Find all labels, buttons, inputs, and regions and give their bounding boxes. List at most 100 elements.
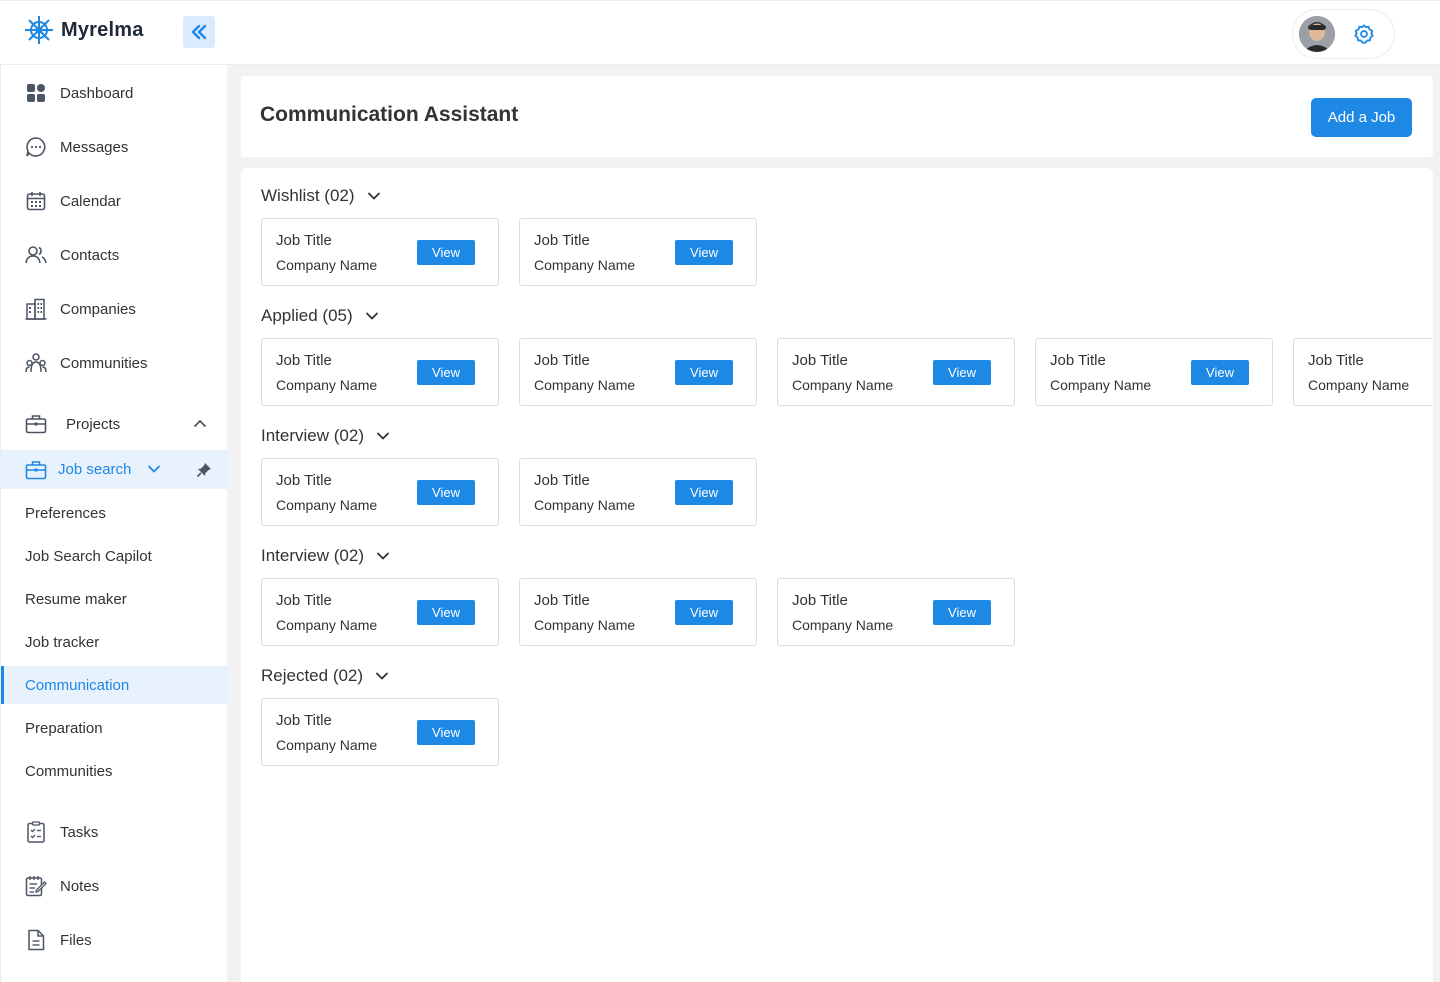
view-button[interactable]: View [675, 240, 733, 265]
calendar-icon [25, 190, 47, 212]
sub-item-communities[interactable]: Communities [1, 752, 228, 790]
section-header[interactable]: Applied (05) [261, 306, 379, 326]
sub-item-job-search-capilot[interactable]: Job Search Capilot [1, 537, 228, 575]
chevron-down-icon[interactable] [376, 429, 390, 443]
sidebar-item-companies[interactable]: Companies [1, 289, 228, 329]
job-card[interactable]: Job Title Company Name View [519, 218, 757, 286]
view-button[interactable]: View [417, 240, 475, 265]
view-button[interactable]: View [675, 480, 733, 505]
view-button[interactable]: View [417, 360, 475, 385]
sidebar-item-label: Messages [60, 138, 129, 156]
sidebar-item-label: Notes [60, 877, 100, 895]
sub-item-communication[interactable]: Communication [1, 666, 228, 704]
company-name: Company Name [534, 617, 636, 633]
sub-item-label: Resume maker [25, 590, 127, 608]
chevron-down-icon[interactable] [376, 549, 390, 563]
app-name: Myrelma [61, 18, 144, 41]
add-job-button[interactable]: Add a Job [1311, 98, 1412, 137]
job-title: Job Title [534, 592, 590, 609]
sidebar-item-tasks[interactable]: Tasks [1, 812, 228, 852]
view-button[interactable]: View [417, 600, 475, 625]
sidebar-item-label: Companies [60, 300, 136, 318]
job-card[interactable]: Job TitleCompany NameView [519, 338, 757, 406]
view-button[interactable]: View [933, 360, 991, 385]
job-card[interactable]: Job TitleCompany NameView [261, 578, 499, 646]
sidebar-item-label: Contacts [60, 246, 120, 264]
app-logo[interactable]: Myrelma [23, 14, 144, 46]
collapse-sidebar-button[interactable] [183, 16, 215, 48]
job-card[interactable]: Job TitleCompany NameView [261, 218, 499, 286]
sidebar-item-contacts[interactable]: Contacts [1, 235, 228, 275]
chevron-up-icon[interactable] [193, 416, 207, 430]
chevron-down-icon[interactable] [147, 462, 161, 476]
sidebar: Dashboard Messages Calendar Contacts Com… [0, 65, 228, 982]
sub-item-resume-maker[interactable]: Resume maker [1, 580, 228, 618]
section-header[interactable]: Wishlist (02) [261, 186, 381, 206]
sidebar-item-calendar[interactable]: Calendar [1, 181, 228, 221]
job-board: Wishlist (02) Job Title Company Name View Jo… [241, 168, 1433, 982]
company-name: Company Name [534, 377, 636, 393]
sidebar-item-messages[interactable]: Messages [1, 127, 228, 167]
sub-item-preparation[interactable]: Preparation [1, 709, 228, 747]
chevron-down-icon[interactable] [365, 309, 379, 323]
chevron-down-icon[interactable] [367, 189, 381, 203]
job-title: Job Title [1308, 352, 1364, 369]
view-button[interactable]: View [933, 600, 991, 625]
company-name: Company Name [1050, 377, 1152, 393]
company-name: Company Name [534, 257, 636, 273]
section-label: Interview (02) [261, 426, 364, 445]
view-button[interactable]: View [417, 720, 475, 745]
gear-icon[interactable] [1353, 23, 1375, 45]
dashboard-icon [25, 82, 47, 104]
contacts-icon [25, 244, 47, 266]
sidebar-item-label: Job search [58, 461, 132, 478]
sidebar-item-projects[interactable]: Projects [1, 404, 228, 444]
briefcase-icon [25, 413, 47, 435]
pin-icon[interactable] [196, 462, 212, 478]
sidebar-item-notes[interactable]: Notes [1, 866, 228, 906]
job-card[interactable]: Job Title Company Name View [519, 458, 757, 526]
company-name: Company Name [534, 497, 636, 513]
job-title: Job Title [534, 472, 590, 489]
company-name: Company Name [276, 617, 378, 633]
sidebar-item-dashboard[interactable]: Dashboard [1, 73, 228, 113]
section-header[interactable]: Interview (02) [261, 426, 390, 446]
sub-item-preferences[interactable]: Preferences [1, 494, 228, 532]
sub-item-job-tracker[interactable]: Job tracker [1, 623, 228, 661]
sidebar-item-files[interactable]: Files [1, 920, 228, 960]
page-title: Communication Assistant [260, 103, 519, 126]
sub-item-label: Preferences [25, 504, 106, 522]
company-name: Company Name [276, 257, 378, 273]
sidebar-item-job-search[interactable]: Job search [1, 450, 228, 489]
sidebar-item-label: Tasks [60, 823, 99, 841]
sidebar-item-label: Communities [60, 354, 148, 372]
job-card[interactable]: Job TitleCompany NameView [261, 338, 499, 406]
chevron-down-icon[interactable] [375, 669, 389, 683]
job-card[interactable]: Job TitleCompany NameView [777, 578, 1015, 646]
view-button[interactable]: View [675, 600, 733, 625]
section-label: Interview (02) [261, 546, 364, 565]
section-header[interactable]: Interview (02) [261, 546, 390, 566]
job-title: Job Title [276, 472, 332, 489]
job-title: Job Title [1050, 352, 1106, 369]
job-card[interactable]: Job TitleCompany NameView [261, 458, 499, 526]
job-card[interactable]: Job Title Company Name View [519, 578, 757, 646]
section-label: Wishlist (02) [261, 186, 355, 205]
job-title: Job Title [534, 232, 590, 249]
job-card[interactable]: Job Title Company Name View [1035, 338, 1273, 406]
view-button[interactable]: View [417, 480, 475, 505]
job-title: Job Title [276, 352, 332, 369]
job-card[interactable]: Job TitleCompany NameView [777, 338, 1015, 406]
company-name: Company Name [792, 617, 894, 633]
ship-wheel-icon [23, 14, 55, 46]
section-header[interactable]: Rejected (02) [261, 666, 389, 686]
job-card[interactable]: Job TitleCompany NameView [1293, 338, 1433, 406]
view-button[interactable]: View [675, 360, 733, 385]
avatar[interactable] [1299, 16, 1335, 52]
job-card[interactable]: Job TitleCompany NameView [261, 698, 499, 766]
community-icon [25, 352, 47, 374]
sidebar-item-label: Projects [66, 415, 121, 433]
view-button[interactable]: View [1191, 360, 1249, 385]
page-header: Communication Assistant Add a Job [241, 76, 1433, 157]
sidebar-item-communities[interactable]: Communities [1, 343, 228, 383]
